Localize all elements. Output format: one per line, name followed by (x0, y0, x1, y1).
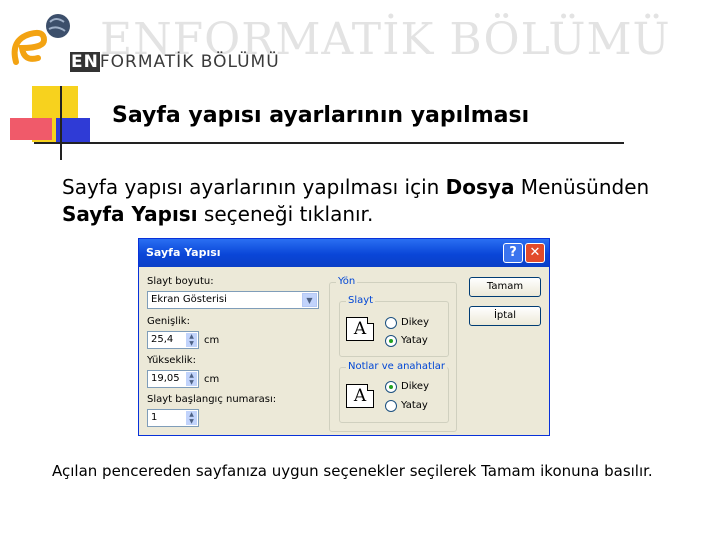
start-number-spinner[interactable]: 1 ▲ ▼ (147, 409, 199, 427)
dialog-titlebar[interactable]: Sayfa Yapısı ? ✕ (139, 239, 549, 267)
slide-title: Sayfa yapısı ayarlarının yapılması (112, 103, 530, 128)
height-spinner[interactable]: 19,05 ▲ ▼ (147, 370, 199, 388)
slide-size-value: Ekran Gösterisi (151, 294, 227, 305)
start-number-spin-arrows-icon[interactable]: ▲ ▼ (186, 411, 197, 425)
deco-red-square (10, 118, 52, 140)
orientation-group-title: Yön (336, 276, 358, 287)
notes-landscape-label: Yatay (401, 400, 428, 411)
slide-portrait-label: Dikey (401, 317, 429, 328)
notes-page-icon: A (346, 384, 374, 408)
body-bold-dosya: Dosya (445, 175, 515, 199)
height-value: 19,05 (151, 373, 180, 384)
notes-portrait-radio[interactable] (385, 381, 397, 393)
chevron-down-icon[interactable]: ▼ (302, 293, 317, 307)
slide-landscape-label: Yatay (401, 335, 428, 346)
width-value: 25,4 (151, 334, 174, 345)
height-unit: cm (204, 374, 220, 385)
height-spin-arrows-icon[interactable]: ▲ ▼ (186, 372, 197, 386)
notes-group-title: Notlar ve anahatlar (346, 361, 447, 372)
dialog-title: Sayfa Yapısı (146, 246, 221, 259)
cancel-button[interactable]: İptal (469, 306, 541, 326)
start-number-value: 1 (151, 412, 158, 423)
width-spin-arrows-icon[interactable]: ▲ ▼ (186, 333, 197, 347)
body-text-2: Menüsünden (514, 175, 650, 199)
height-label: Yükseklik: (147, 355, 196, 366)
body-bold-sayfa-yapisi: Sayfa Yapısı (62, 202, 198, 226)
logo-en: EN (70, 52, 100, 72)
help-button[interactable]: ? (503, 243, 523, 263)
slide-body-text: Sayfa yapısı ayarlarının yapılması için … (62, 174, 702, 228)
header-logo-text: ENFORMATİK BÖLÜMÜ (70, 52, 280, 72)
notes-portrait-label: Dikey (401, 381, 429, 392)
slide-size-label: Slayt boyutu: (147, 276, 214, 287)
ok-button[interactable]: Tamam (469, 277, 541, 297)
slide-landscape-radio[interactable] (385, 335, 397, 347)
close-button[interactable]: ✕ (525, 243, 545, 263)
width-label: Genişlik: (147, 316, 190, 327)
width-spinner[interactable]: 25,4 ▲ ▼ (147, 331, 199, 349)
slide-portrait-radio[interactable] (385, 317, 397, 329)
enformatik-logo-icon (11, 14, 70, 65)
body-text-3: seçeneği tıklanır. (197, 202, 374, 226)
start-number-label: Slayt başlangıç numarası: (147, 394, 277, 405)
slide-size-combo[interactable]: Ekran Gösterisi ▼ (147, 291, 319, 309)
page-setup-dialog: Sayfa Yapısı ? ✕ Slayt boyutu: Ekran Gös… (138, 238, 550, 436)
deco-vertical-line (60, 86, 62, 160)
body-text-1: Sayfa yapısı ayarlarının yapılması için (62, 175, 446, 199)
slide-group-title: Slayt (346, 295, 376, 306)
slide-page-icon: A (346, 317, 374, 341)
notes-landscape-radio[interactable] (385, 400, 397, 412)
logo-rest: FORMATİK BÖLÜMÜ (99, 52, 280, 72)
width-unit: cm (204, 335, 220, 346)
deco-horizontal-line (34, 142, 624, 144)
slide-caption: Açılan pencereden sayfanıza uygun seçene… (52, 462, 653, 480)
